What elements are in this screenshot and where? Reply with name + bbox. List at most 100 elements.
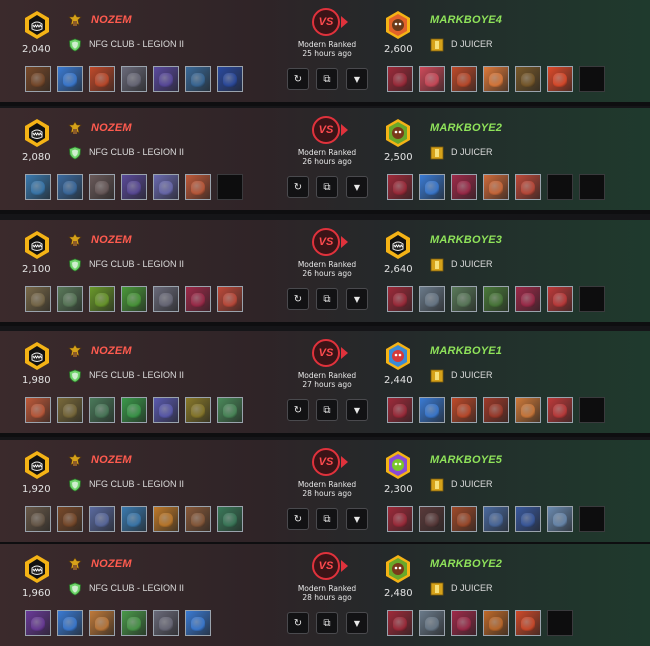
monster-card[interactable]	[419, 286, 445, 312]
monster-card[interactable]	[153, 397, 179, 423]
guild-name[interactable]: NFG CLUB - LEGION II	[89, 39, 184, 49]
opponent-avatar[interactable]	[383, 10, 413, 40]
monster-card[interactable]	[89, 286, 115, 312]
copy-team-button[interactable]: ⧉	[316, 508, 338, 530]
monster-card[interactable]	[185, 610, 211, 636]
copy-team-button[interactable]: ⧉	[316, 612, 338, 634]
monster-card[interactable]	[547, 506, 573, 532]
opponent-guild-name[interactable]: D JUICER	[451, 583, 493, 593]
monster-card[interactable]	[57, 506, 83, 532]
player-name[interactable]: NOZEM	[91, 122, 132, 134]
monster-card[interactable]	[25, 66, 51, 92]
guild-name[interactable]: NFG CLUB - LEGION II	[89, 583, 184, 593]
monster-card[interactable]	[153, 66, 179, 92]
monster-card[interactable]	[483, 174, 509, 200]
monster-card[interactable]	[547, 286, 573, 312]
monster-card[interactable]	[121, 286, 147, 312]
monster-card[interactable]	[25, 610, 51, 636]
expand-details-button[interactable]: ▼	[346, 68, 368, 90]
monster-card[interactable]	[25, 397, 51, 423]
opponent-name[interactable]: MARKBOYE1	[430, 345, 502, 357]
player-name[interactable]: NOZEM	[91, 14, 132, 26]
monster-card[interactable]	[217, 286, 243, 312]
copy-team-button[interactable]: ⧉	[316, 399, 338, 421]
monster-card[interactable]	[121, 610, 147, 636]
monster-card[interactable]	[217, 506, 243, 532]
opponent-avatar[interactable]	[383, 118, 413, 148]
guild-name[interactable]: NFG CLUB - LEGION II	[89, 147, 184, 157]
monster-card[interactable]	[451, 506, 477, 532]
player-avatar[interactable]	[22, 10, 52, 40]
monster-card[interactable]	[515, 174, 541, 200]
battle-row[interactable]: 1,980 NOZEM NFG CLUB - LEGION II VS Modern R…	[0, 331, 650, 433]
monster-card[interactable]	[153, 610, 179, 636]
expand-details-button[interactable]: ▼	[346, 399, 368, 421]
monster-card[interactable]	[57, 66, 83, 92]
monster-card[interactable]	[419, 397, 445, 423]
monster-card[interactable]	[185, 174, 211, 200]
replay-button[interactable]: ↻	[287, 68, 309, 90]
battle-row[interactable]: 2,100 NOZEM NFG CLUB - LEGION II VS Modern R…	[0, 220, 650, 322]
battle-row[interactable]: 1,920 NOZEM NFG CLUB - LEGION II VS Modern R…	[0, 440, 650, 542]
opponent-name[interactable]: MARKBOYE4	[430, 14, 502, 26]
opponent-guild-name[interactable]: D JUICER	[451, 479, 493, 489]
player-name[interactable]: NOZEM	[91, 558, 132, 570]
monster-card[interactable]	[419, 506, 445, 532]
player-avatar[interactable]	[22, 554, 52, 584]
monster-card[interactable]	[153, 174, 179, 200]
monster-card[interactable]	[483, 506, 509, 532]
copy-team-button[interactable]: ⧉	[316, 176, 338, 198]
opponent-name[interactable]: MARKBOYE5	[430, 454, 502, 466]
monster-card[interactable]	[185, 66, 211, 92]
monster-card[interactable]	[451, 174, 477, 200]
monster-card[interactable]	[515, 286, 541, 312]
monster-card[interactable]	[57, 174, 83, 200]
guild-name[interactable]: NFG CLUB - LEGION II	[89, 259, 184, 269]
monster-card[interactable]	[387, 286, 413, 312]
monster-card[interactable]	[483, 286, 509, 312]
monster-card[interactable]	[483, 66, 509, 92]
battle-row[interactable]: 1,960 NOZEM NFG CLUB - LEGION II VS Modern R…	[0, 544, 650, 646]
player-avatar[interactable]	[22, 341, 52, 371]
monster-card[interactable]	[121, 174, 147, 200]
monster-card[interactable]	[25, 174, 51, 200]
expand-details-button[interactable]: ▼	[346, 176, 368, 198]
opponent-guild-name[interactable]: D JUICER	[451, 259, 493, 269]
monster-card[interactable]	[121, 66, 147, 92]
monster-card[interactable]	[387, 66, 413, 92]
monster-card[interactable]	[547, 397, 573, 423]
opponent-avatar[interactable]	[383, 230, 413, 260]
monster-card[interactable]	[89, 174, 115, 200]
monster-card[interactable]	[25, 506, 51, 532]
opponent-guild-name[interactable]: D JUICER	[451, 370, 493, 380]
monster-card[interactable]	[515, 610, 541, 636]
player-avatar[interactable]	[22, 118, 52, 148]
player-avatar[interactable]	[22, 450, 52, 480]
monster-card[interactable]	[451, 66, 477, 92]
monster-card[interactable]	[419, 610, 445, 636]
monster-card[interactable]	[121, 506, 147, 532]
copy-team-button[interactable]: ⧉	[316, 288, 338, 310]
monster-card[interactable]	[515, 506, 541, 532]
monster-card[interactable]	[185, 397, 211, 423]
monster-card[interactable]	[387, 506, 413, 532]
player-name[interactable]: NOZEM	[91, 454, 132, 466]
monster-card[interactable]	[185, 286, 211, 312]
monster-card[interactable]	[185, 506, 211, 532]
replay-button[interactable]: ↻	[287, 399, 309, 421]
monster-card[interactable]	[547, 66, 573, 92]
opponent-guild-name[interactable]: D JUICER	[451, 147, 493, 157]
monster-card[interactable]	[217, 397, 243, 423]
monster-card[interactable]	[483, 610, 509, 636]
monster-card[interactable]	[89, 66, 115, 92]
monster-card[interactable]	[153, 286, 179, 312]
opponent-avatar[interactable]	[383, 341, 413, 371]
opponent-name[interactable]: MARKBOYE2	[430, 122, 502, 134]
expand-details-button[interactable]: ▼	[346, 508, 368, 530]
replay-button[interactable]: ↻	[287, 176, 309, 198]
guild-name[interactable]: NFG CLUB - LEGION II	[89, 370, 184, 380]
monster-card[interactable]	[419, 174, 445, 200]
monster-card[interactable]	[89, 610, 115, 636]
monster-card[interactable]	[451, 286, 477, 312]
player-name[interactable]: NOZEM	[91, 345, 132, 357]
